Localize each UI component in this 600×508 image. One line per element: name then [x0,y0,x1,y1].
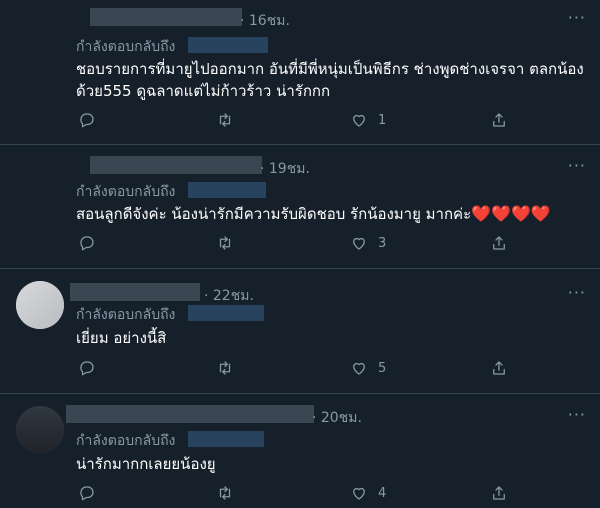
heart-emoji: ❤️ [530,204,551,223]
like-count: 4 [378,485,387,501]
tweet-timestamp[interactable]: · 16ชม. [240,10,290,32]
reply-feed: · 16ชม. ··· กำลังตอบกลับถึง ชอบรายการที่… [0,0,600,506]
share-icon [493,486,505,500]
redacted-username [66,405,314,423]
like-button[interactable]: 5 [350,359,386,377]
share-button[interactable] [490,484,508,502]
retweet-icon [219,236,231,250]
avatar[interactable] [16,406,64,454]
retweet-button[interactable] [216,484,234,502]
reply-icon [80,361,94,376]
tweet-text-line: ด้วย555 ดูฉลาดแต่ไม่ก้าวร้าว น่ารักกก [76,82,331,100]
tweet-timestamp[interactable]: · 22ชม. [204,285,254,307]
tweet-actions: 3 [74,234,600,258]
avatar-image [16,406,64,454]
reply-icon [80,486,94,501]
retweet-button[interactable] [216,234,234,252]
tweet-text: ชอบรายการที่มายูไปออกมาก อันที่มีพี่หนุ่… [76,58,586,102]
tweet-actions: 4 [74,484,600,508]
retweet-icon [219,361,231,375]
heart-icon [353,237,365,250]
tweet-actions: 1 [74,111,600,135]
more-options-icon[interactable]: ··· [568,8,586,27]
heart-emoji: ❤️ [510,204,531,223]
tweet-text-line: สอนลูกดีจังค่ะ น้องน่ารักมีความรับผิดชอบ… [76,205,472,223]
replying-to-label: กำลังตอบกลับถึง [76,184,176,200]
reply-button[interactable] [78,111,96,129]
like-button[interactable]: 1 [350,111,386,129]
more-options-icon[interactable]: ··· [568,156,586,175]
avatar[interactable] [16,281,64,329]
tweet-text: สอนลูกดีจังค่ะ น้องน่ารักมีความรับผิดชอบ… [76,203,586,225]
share-button[interactable] [490,359,508,377]
share-icon [493,236,505,250]
like-button[interactable]: 4 [350,484,386,502]
like-count: 1 [378,112,387,128]
share-button[interactable] [490,234,508,252]
reply-button[interactable] [78,359,96,377]
redacted-mention[interactable] [188,182,266,198]
reply-tweet[interactable]: · 16ชม. ··· กำลังตอบกลับถึง ชอบรายการที่… [0,0,600,145]
retweet-icon [219,486,231,500]
tweet-text-line: น่ารักมากกเลยยน้องยู [76,455,216,473]
redacted-mention[interactable] [188,305,264,321]
tweet-text: น่ารักมากกเลยยน้องยู [76,453,586,475]
tweet-timestamp[interactable]: · 19ชม. [260,158,310,180]
replying-to-label: กำลังตอบกลับถึง [76,307,176,323]
replying-to-label: กำลังตอบกลับถึง [76,39,176,55]
reply-button[interactable] [78,234,96,252]
redacted-mention[interactable] [188,37,268,53]
reply-button[interactable] [78,484,96,502]
reply-icon [80,113,94,128]
redacted-username [90,8,242,26]
like-count: 5 [378,360,387,376]
share-icon [493,361,505,375]
redacted-username [90,156,262,174]
redacted-username [70,283,200,301]
tweet-timestamp[interactable]: · 20ชม. [312,407,362,429]
heart-icon [353,362,365,375]
tweet-text-line: เยี่ยม อย่างนี้สิ [76,329,167,347]
heart-icon [353,114,365,127]
more-options-icon[interactable]: ··· [568,405,586,424]
reply-tweet[interactable]: · 22ชม. ··· กำลังตอบกลับถึง เยี่ยม อย่าง… [0,269,600,394]
more-options-icon[interactable]: ··· [568,283,586,302]
avatar-image [16,281,64,329]
retweet-button[interactable] [216,359,234,377]
reply-icon [80,236,94,251]
retweet-icon [219,113,231,127]
heart-icon [353,487,365,500]
reply-tweet[interactable]: · 19ชม. ··· กำลังตอบกลับถึง สอนลูกดีจังค… [0,145,600,269]
share-button[interactable] [490,111,508,129]
tweet-text: เยี่ยม อย่างนี้สิ [76,327,586,349]
like-count: 3 [378,235,387,251]
reply-tweet[interactable]: · 20ชม. ··· กำลังตอบกลับถึง น่ารักมากกเล… [0,394,600,506]
heart-emoji: ❤️ [491,204,511,223]
retweet-button[interactable] [216,111,234,129]
heart-emoji: ❤️ [471,204,492,223]
like-button[interactable]: 3 [350,234,386,252]
tweet-text-line: ชอบรายการที่มายูไปออกมาก อันที่มีพี่หนุ่… [76,60,584,78]
tweet-actions: 5 [74,359,600,383]
share-icon [493,113,505,127]
replying-to-label: กำลังตอบกลับถึง [76,433,176,449]
redacted-mention[interactable] [188,431,264,447]
